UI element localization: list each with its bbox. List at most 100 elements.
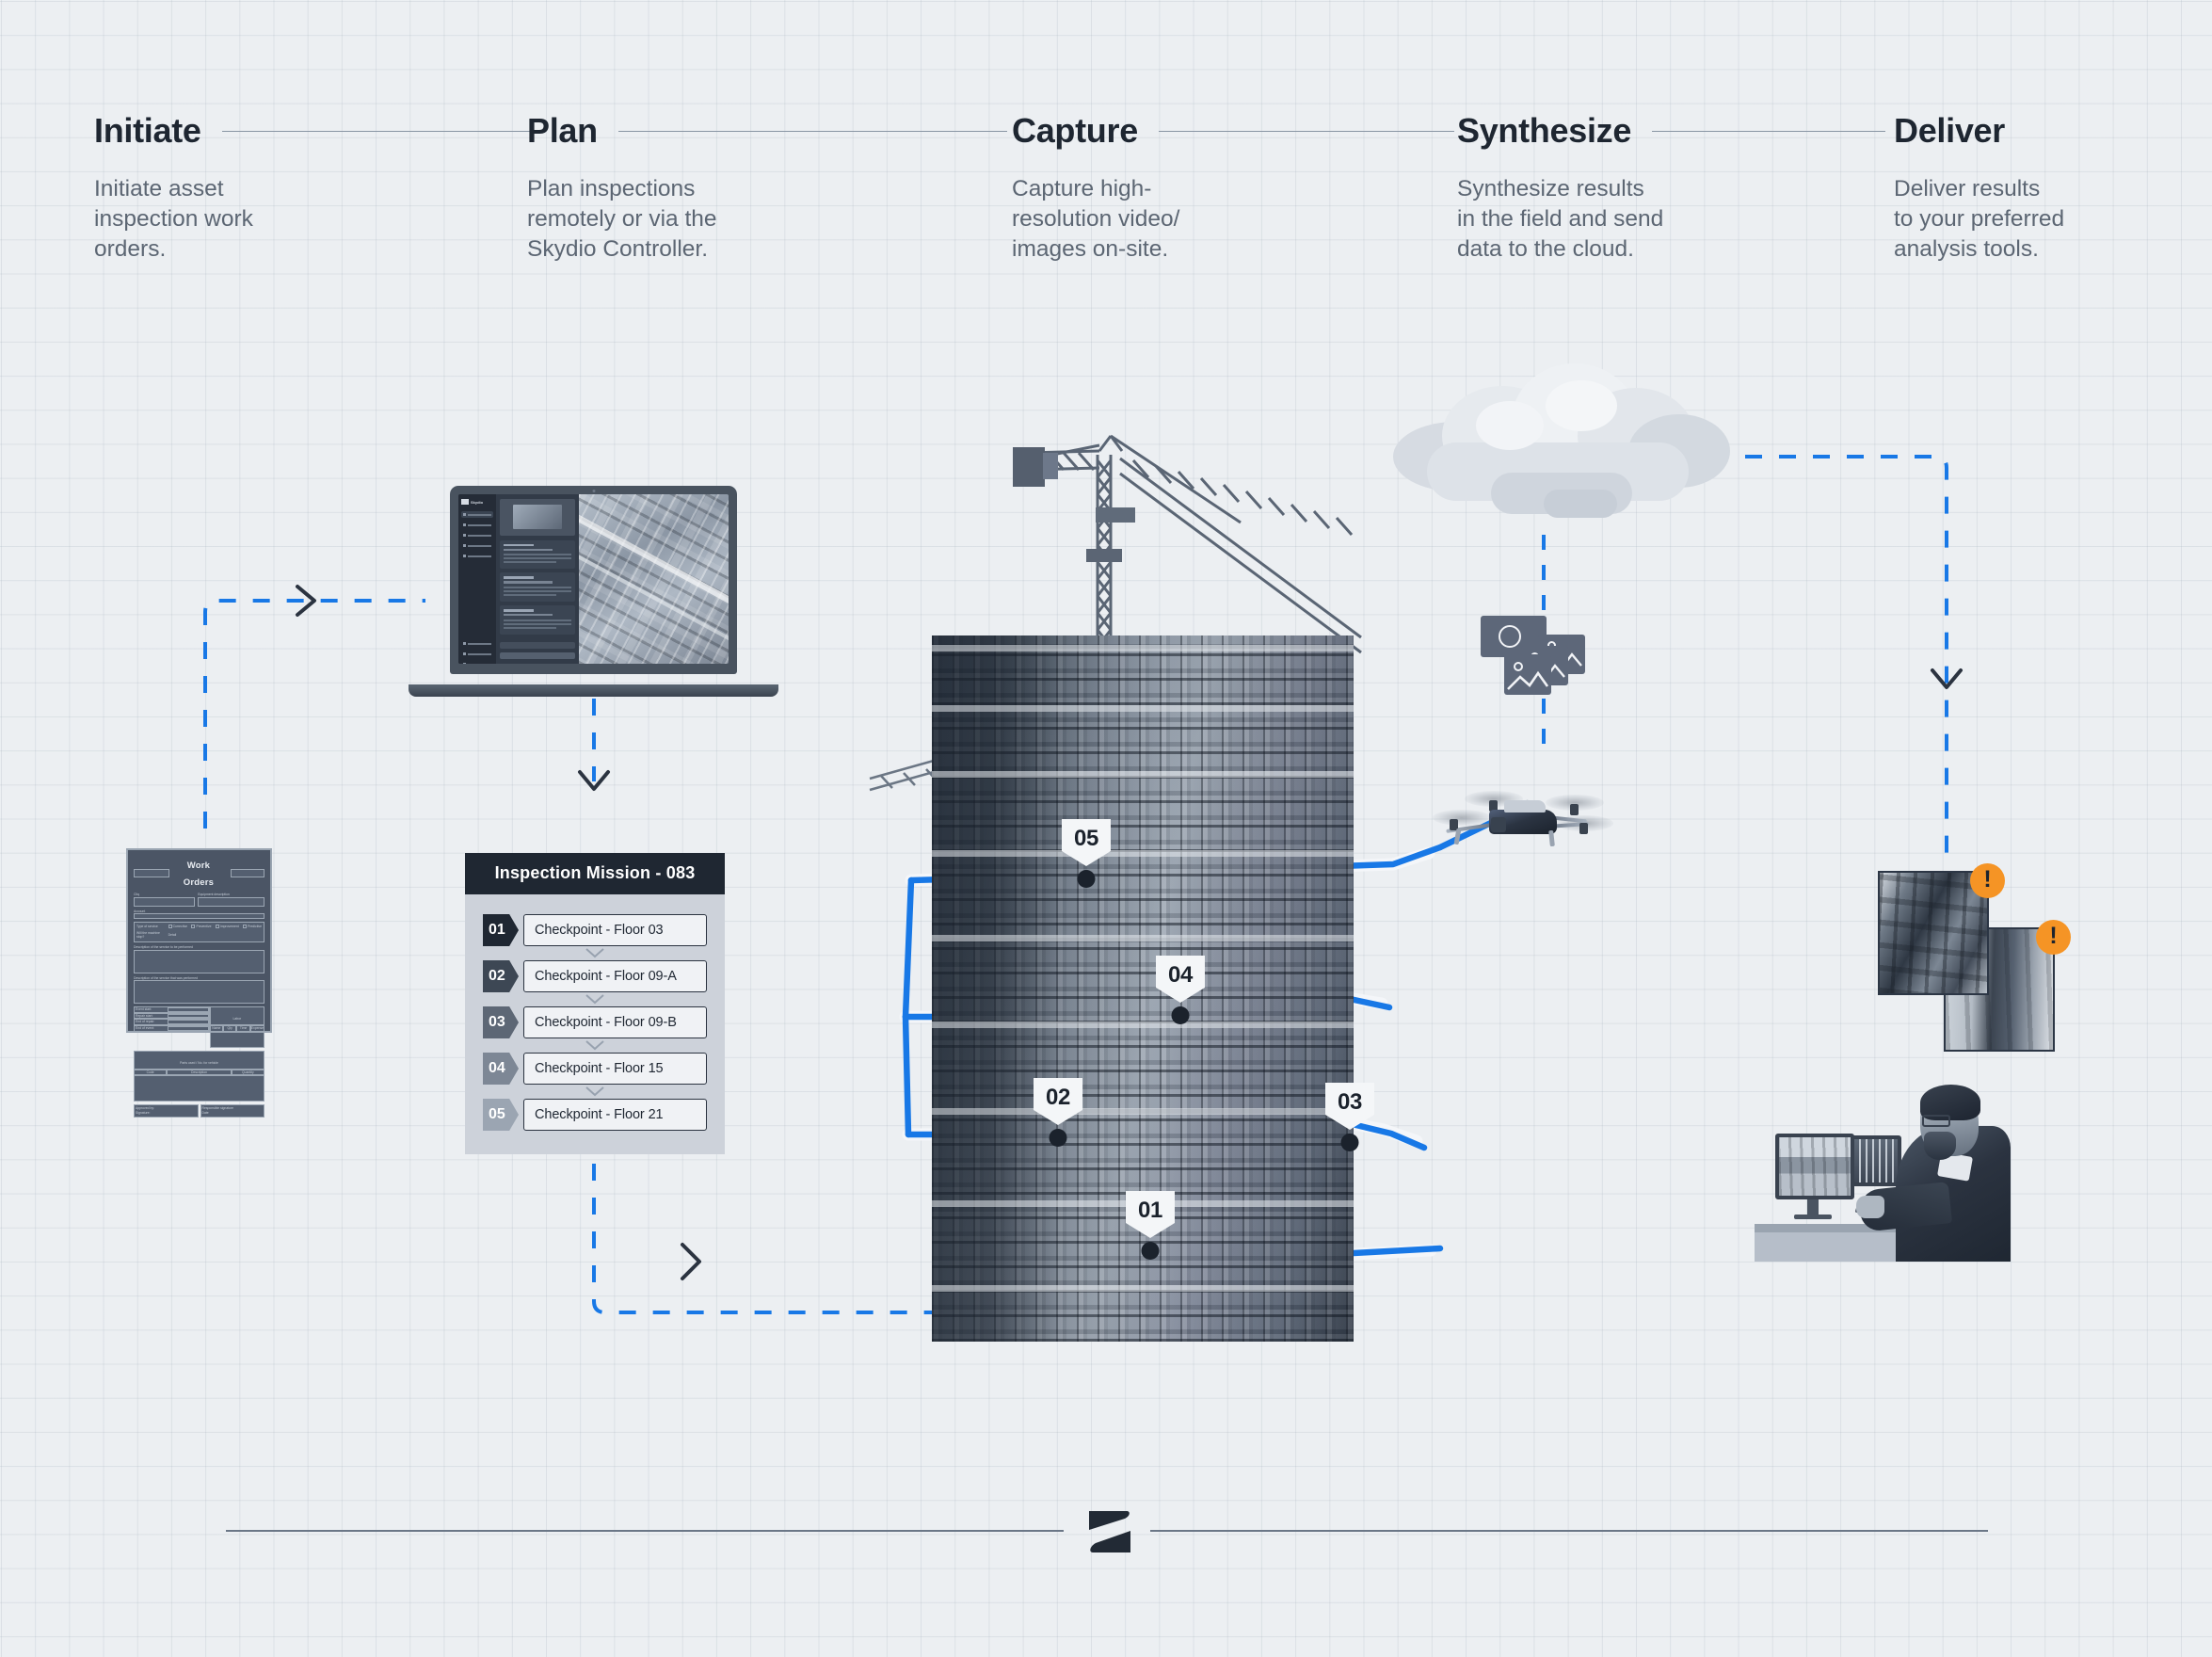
checkpoint-badge-02: 02 [483, 960, 519, 992]
checkpoint-marker-03[interactable]: 03 [1325, 1083, 1374, 1151]
checkpoint-marker-05[interactable]: 05 [1062, 819, 1111, 888]
work-order-document[interactable]: Work Orders Cliq Equipment description A… [126, 848, 272, 1118]
footer-rule-left [226, 1530, 1064, 1532]
work-order-checkbox-predictive[interactable] [243, 925, 248, 929]
floor-slab [932, 1285, 1354, 1292]
alert-badge-secondary[interactable]: ! [2036, 920, 2071, 955]
drone-payload-bay [1504, 800, 1546, 812]
alert-badge-primary[interactable]: ! [1970, 863, 2005, 898]
work-order-title: Work Orders [183, 861, 215, 888]
phase-synthesize-description: Synthesize results in the field and send… [1457, 176, 1664, 262]
work-order-field-repair-start[interactable] [168, 1013, 209, 1019]
checkpoint-badge-04: 04 [483, 1053, 519, 1085]
app-list-panel[interactable] [496, 494, 579, 664]
work-order-label-labor: Labor [232, 1017, 242, 1022]
checkpoint-label-05[interactable]: Checkpoint - Floor 21 [523, 1099, 707, 1131]
work-order-number-field[interactable] [231, 868, 264, 877]
checkpoint-pin-05: 05 [1062, 819, 1111, 866]
sidebar-item-missions[interactable] [461, 542, 493, 549]
checkpoint-marker-04[interactable]: 04 [1156, 956, 1205, 1024]
work-order-checkbox-improvement[interactable] [215, 925, 219, 929]
floor-slab [932, 1108, 1354, 1115]
work-order-field-desc-done[interactable] [134, 980, 264, 1005]
phase-synthesize: Synthesize Synthesize results in the fie… [1457, 111, 1885, 265]
laptop-device[interactable]: Skydio [409, 486, 778, 697]
checkpoint-label-03[interactable]: Checkpoint - Floor 09-B [523, 1006, 707, 1038]
work-order-col-mat-desc: Description [167, 1069, 232, 1076]
monitor-secondary-screen [1852, 1139, 1898, 1182]
work-order-label-end-event: End of event: [136, 1025, 154, 1030]
work-order-label-repair-start: Repair start: [136, 1013, 153, 1018]
work-order-value-machine-stop: Detail [168, 933, 177, 938]
work-order-labor-rows[interactable] [209, 1031, 264, 1048]
activity-card[interactable] [500, 572, 575, 603]
device-thumbnail [500, 499, 575, 536]
work-order-field-account[interactable] [134, 913, 264, 920]
work-order-field-event-start[interactable] [168, 1007, 209, 1012]
cart-icon [463, 642, 466, 645]
checkpoint-dot-04 [1171, 1006, 1190, 1024]
laptop-screen[interactable]: Skydio [458, 494, 729, 664]
analyst-hand [1856, 1196, 1884, 1218]
checkpoint-label-04[interactable]: Checkpoint - Floor 15 [523, 1053, 707, 1085]
work-order-option-improvement: Improvement [219, 925, 239, 929]
checkpoint-label-02[interactable]: Checkpoint - Floor 09-A [523, 960, 707, 992]
app-sidebar[interactable]: Skydio [458, 494, 496, 664]
diagram-canvas: Initiate Initiate asset inspection work … [0, 0, 2212, 1657]
fleet-icon [463, 513, 466, 516]
phase-deliver-description: Deliver results to your preferred analys… [1894, 176, 2065, 262]
photo-icon-front [1504, 654, 1551, 695]
activity-card[interactable] [500, 605, 575, 635]
floor-slab [932, 935, 1354, 941]
phase-capture-title: Capture [1012, 111, 1138, 150]
activity-card[interactable] [500, 539, 575, 570]
sidebar-item-user[interactable] [461, 661, 493, 664]
path-initiate-to-plan [203, 599, 425, 828]
checkpoint-row[interactable]: 03 Checkpoint - Floor 09-B [483, 1006, 707, 1038]
sidebar-item-reports[interactable] [461, 553, 493, 559]
work-order-field-end-event[interactable] [168, 1025, 209, 1031]
work-order-col-mat-qty: Quantity [231, 1069, 264, 1076]
mission-checkpoint-list: 01 Checkpoint - Floor 03 02 Checkpoint -… [465, 894, 725, 1154]
checkpoint-row[interactable]: 04 Checkpoint - Floor 15 [483, 1053, 707, 1085]
gear-icon [463, 652, 466, 655]
floor-slab [932, 705, 1354, 712]
defect-findings-group[interactable]: ! ! [1878, 863, 2076, 1073]
sidebar-item-fleet[interactable] [461, 511, 493, 518]
captured-media-icons [1481, 612, 1586, 695]
arrow-initiate-to-plan [296, 585, 316, 617]
work-order-field-end-repair[interactable] [168, 1020, 209, 1024]
work-order-checkbox-preventive[interactable] [191, 925, 196, 929]
fly-now-button[interactable] [500, 652, 575, 659]
work-order-field-client[interactable] [134, 896, 196, 907]
camera-gimbal-icon [1491, 817, 1506, 832]
checkpoint-marker-01[interactable]: 01 [1126, 1191, 1175, 1260]
sidebar-item-settings[interactable] [461, 651, 493, 657]
inspection-mission-panel[interactable]: Inspection Mission - 083 01 Checkpoint -… [465, 853, 725, 1154]
checkpoint-marker-02[interactable]: 02 [1034, 1078, 1082, 1147]
sidebar-item-tasks[interactable] [461, 522, 493, 528]
construction-site-photo: 05 04 02 03 01 [864, 428, 1391, 1342]
checkpoint-label-01[interactable]: Checkpoint - Floor 03 [523, 914, 707, 946]
checkpoint-badge-03: 03 [483, 1006, 519, 1038]
checkpoint-dot-02 [1049, 1129, 1067, 1147]
create-mission-button[interactable] [500, 641, 575, 649]
phase-synthesize-rule [1652, 130, 1885, 132]
tasks-icon [463, 523, 466, 526]
sidebar-item-media[interactable] [461, 532, 493, 539]
checkpoint-row[interactable]: 05 Checkpoint - Floor 21 [483, 1099, 707, 1131]
checkpoint-row[interactable]: 02 Checkpoint - Floor 09-A [483, 960, 707, 992]
work-order-label-signature: Signature: [136, 1110, 151, 1115]
media-icon [463, 534, 466, 537]
phase-capture-description: Capture high- resolution video/ images o… [1012, 176, 1180, 262]
work-order-col-labor-time: Time [236, 1025, 250, 1032]
motor-front-right [1570, 804, 1579, 815]
work-order-col-labor-expense: Expense [249, 1025, 264, 1032]
sidebar-item-purchase[interactable] [461, 640, 493, 647]
work-order-field-desc-todo[interactable] [134, 949, 264, 973]
work-order-checkbox-corrective[interactable] [168, 925, 172, 929]
aerial-map-view[interactable] [579, 494, 729, 664]
checkpoint-row[interactable]: 01 Checkpoint - Floor 03 [483, 914, 707, 946]
work-order-field-equipment[interactable] [198, 896, 264, 907]
work-order-materials-rows[interactable] [134, 1075, 264, 1102]
